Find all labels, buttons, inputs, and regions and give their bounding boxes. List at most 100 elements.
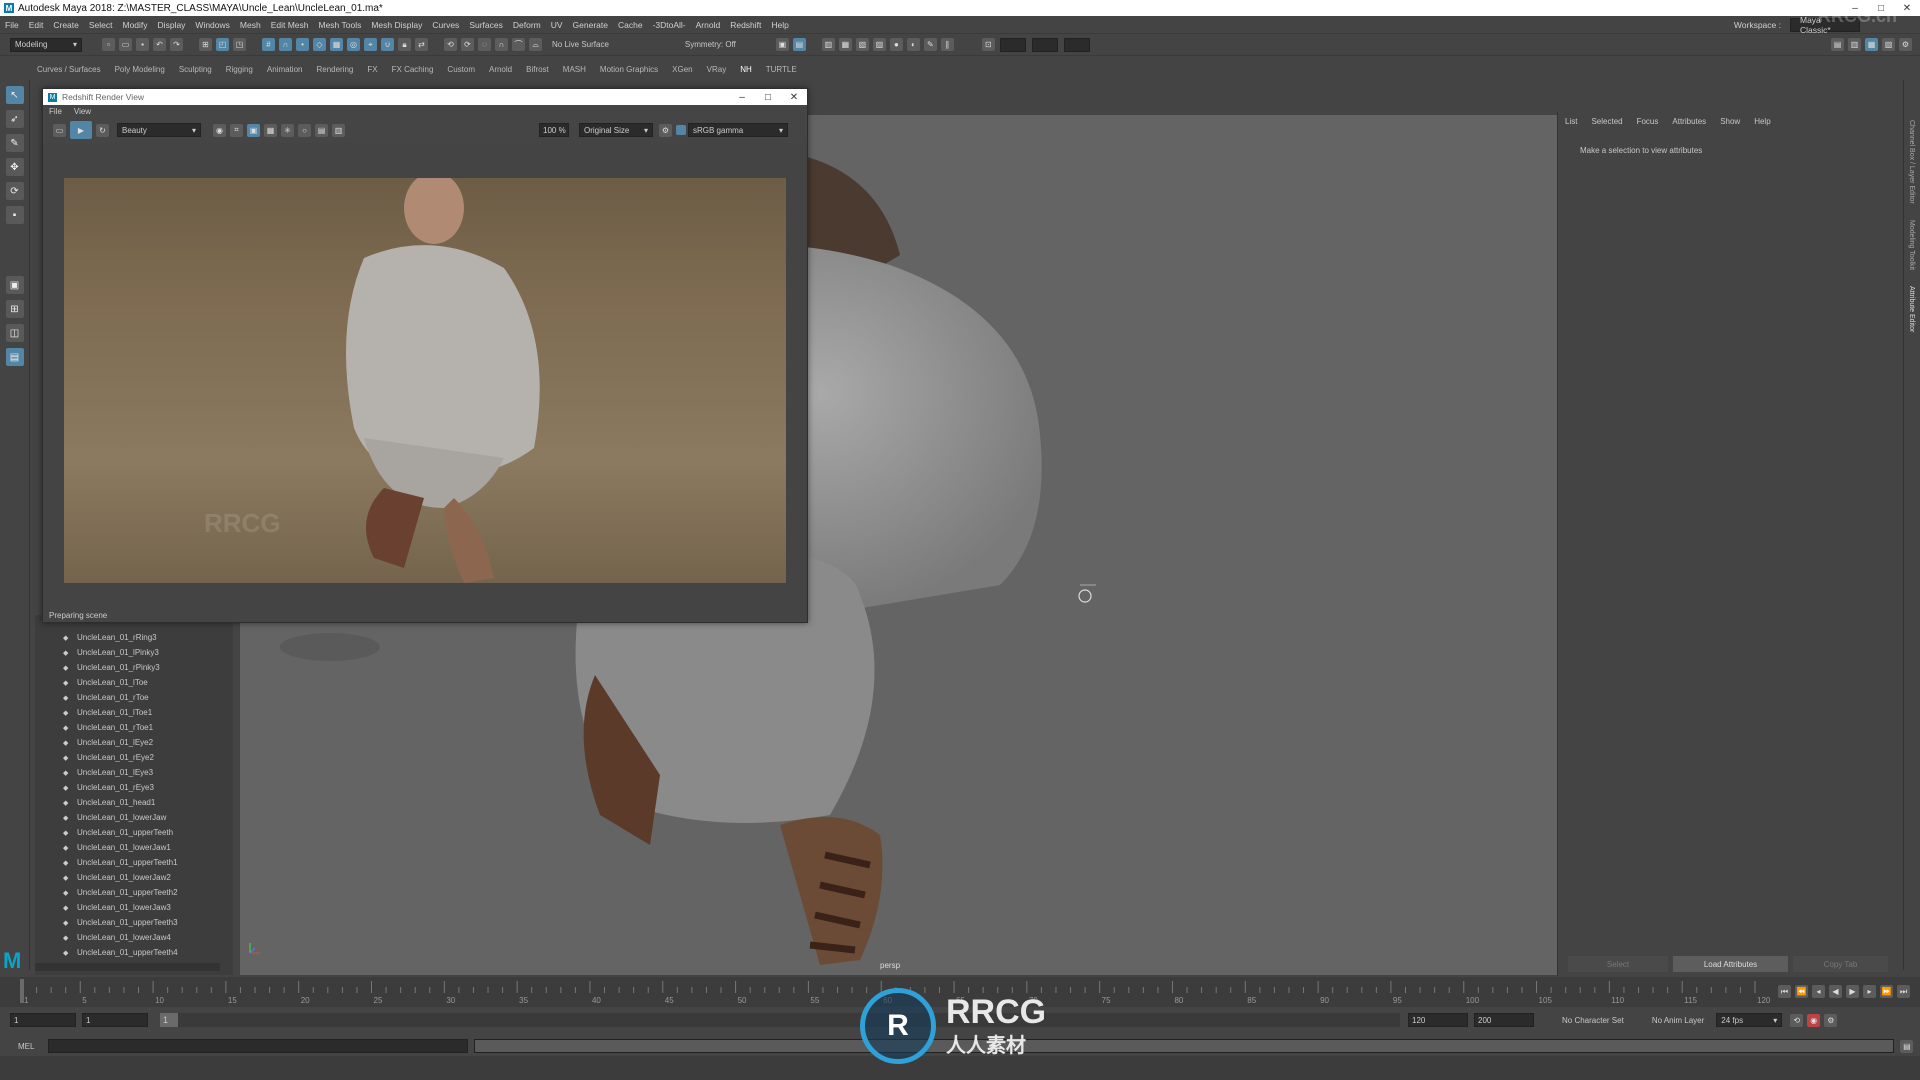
- compare-icon[interactable]: ▥: [332, 123, 345, 137]
- snap-view-icon[interactable]: ◇: [313, 38, 326, 51]
- snap-surface-icon[interactable]: ▦: [330, 38, 343, 51]
- attr-tab-list[interactable]: List: [1565, 117, 1577, 126]
- snap-vertex-icon[interactable]: ⌖: [364, 38, 377, 51]
- fps-dropdown[interactable]: 24 fps ▾: [1716, 1013, 1783, 1027]
- step-back-icon[interactable]: ◂: [1812, 985, 1825, 998]
- two-view-icon[interactable]: ◫: [5, 324, 24, 342]
- play-back-icon[interactable]: ◀: [1829, 985, 1842, 998]
- menu-edit-mesh[interactable]: Edit Mesh: [271, 20, 309, 30]
- shelf-tab-poly-modeling[interactable]: Poly Modeling: [115, 65, 165, 74]
- side-tab-attribute-editor[interactable]: Attribute Editor: [1908, 286, 1915, 332]
- list-item[interactable]: ◆ UncleLean_01_upperTeeth2: [35, 885, 233, 900]
- transform-icon[interactable]: ⊡: [981, 38, 995, 51]
- play-forward-icon[interactable]: ▶: [1846, 985, 1859, 998]
- list-item[interactable]: ◆ UncleLean_01_rRing3: [35, 630, 233, 645]
- select-object-icon[interactable]: ◰: [216, 38, 229, 51]
- shelf-tab-motion-graphics[interactable]: Motion Graphics: [600, 65, 658, 74]
- start-time-field[interactable]: 1: [10, 1013, 76, 1027]
- menu-mesh-display[interactable]: Mesh Display: [371, 20, 422, 30]
- settings-gear-icon[interactable]: ⚙: [659, 123, 672, 137]
- menu-uv[interactable]: UV: [551, 20, 563, 30]
- render-region-icon[interactable]: ▣: [775, 38, 789, 51]
- hypershade-icon[interactable]: ▧: [855, 38, 869, 51]
- copy-tab-button[interactable]: Copy Tab: [1793, 956, 1888, 972]
- scale-tool-icon[interactable]: ▪: [5, 206, 24, 224]
- command-language-label[interactable]: MEL: [18, 1042, 34, 1051]
- menu-select[interactable]: Select: [89, 20, 113, 30]
- pen-icon[interactable]: ✎: [923, 38, 937, 51]
- select-button[interactable]: Select: [1568, 956, 1668, 972]
- render-view-close-button[interactable]: ✕: [781, 92, 807, 103]
- menu-set-dropdown[interactable]: Modeling ▾: [10, 37, 82, 52]
- side-tab-modeling-toolkit[interactable]: Modeling Toolkit: [1908, 220, 1915, 270]
- lock-icon[interactable]: 🔒︎: [398, 38, 411, 51]
- list-item[interactable]: ◆ UncleLean_01_lowerJaw2: [35, 870, 233, 885]
- image-size-dropdown[interactable]: Original Size ▾: [579, 123, 653, 137]
- loop-icon[interactable]: ⟲: [1790, 1013, 1804, 1027]
- attr-tab-selected[interactable]: Selected: [1591, 117, 1622, 126]
- render-button-icon[interactable]: ▶: [70, 121, 92, 139]
- go-to-end-icon[interactable]: ⏭: [1897, 985, 1910, 998]
- single-view-icon[interactable]: ▣: [5, 276, 24, 294]
- circle-icon[interactable]: ○: [298, 123, 311, 137]
- construction-icon[interactable]: ⟳: [461, 38, 474, 51]
- list-item[interactable]: ◆ UncleLean_01_lToe1: [35, 705, 233, 720]
- render-view-icon[interactable]: ▥: [821, 38, 835, 51]
- list-item[interactable]: ◆ UncleLean_01_lowerJaw1: [35, 840, 233, 855]
- render-current-icon[interactable]: ▤: [792, 38, 806, 51]
- list-item[interactable]: ◆ UncleLean_01_lEye3: [35, 765, 233, 780]
- end-time-field[interactable]: 200: [1474, 1013, 1534, 1027]
- list-item[interactable]: ◆ UncleLean_01_lowerJaw4: [35, 930, 233, 945]
- surface-icon[interactable]: ⌓: [529, 38, 542, 51]
- shelf-tab-sculpting[interactable]: Sculpting: [179, 65, 212, 74]
- shelf-tab-rigging[interactable]: Rigging: [226, 65, 253, 74]
- snap-point-icon[interactable]: •: [296, 38, 309, 51]
- grid-icon[interactable]: ▦: [264, 123, 277, 137]
- outliner-scrollbar[interactable]: [35, 963, 220, 971]
- layout-icon[interactable]: ▤: [1831, 38, 1844, 51]
- list-item[interactable]: ◆ UncleLean_01_upperTeeth4: [35, 945, 233, 960]
- attr-tab-focus[interactable]: Focus: [1637, 117, 1659, 126]
- render-image[interactable]: RRCG: [64, 178, 786, 583]
- character-set-label[interactable]: No Character Set: [1562, 1016, 1624, 1025]
- list-item[interactable]: ◆ UncleLean_01_rToe: [35, 690, 233, 705]
- list-item[interactable]: ◆ UncleLean_01_lowerJaw3: [35, 900, 233, 915]
- shelf-tab-curves-surfaces[interactable]: Curves / Surfaces: [37, 65, 101, 74]
- menu-cache[interactable]: Cache: [618, 20, 643, 30]
- playback-start-field[interactable]: 1: [82, 1013, 148, 1027]
- list-item[interactable]: ◆ UncleLean_01_lPinky3: [35, 645, 233, 660]
- list-item[interactable]: ◆ UncleLean_01_upperTeeth1: [35, 855, 233, 870]
- preferences-icon[interactable]: ⚙: [1824, 1013, 1838, 1027]
- render-menu-view[interactable]: View: [74, 107, 91, 116]
- list-item[interactable]: ◆ UncleLean_01_lowerJaw: [35, 810, 233, 825]
- step-forward-icon[interactable]: ▸: [1863, 985, 1876, 998]
- list-item[interactable]: ◆ UncleLean_01_lEye2: [35, 735, 233, 750]
- list-item[interactable]: ◆ UncleLean_01_rEye3: [35, 780, 233, 795]
- menu-deform[interactable]: Deform: [513, 20, 541, 30]
- menu-display[interactable]: Display: [158, 20, 186, 30]
- auto-key-icon[interactable]: ◉: [1807, 1013, 1821, 1027]
- render-settings-icon[interactable]: ▦: [838, 38, 852, 51]
- attribute-toggle-icon[interactable]: ▦: [1865, 38, 1878, 51]
- undo-icon[interactable]: ↶: [153, 38, 166, 51]
- menu-curves[interactable]: Curves: [432, 20, 459, 30]
- menu-generate[interactable]: Generate: [573, 20, 608, 30]
- menu-surfaces[interactable]: Surfaces: [469, 20, 503, 30]
- render-menu-file[interactable]: File: [49, 107, 62, 116]
- attr-tab-show[interactable]: Show: [1720, 117, 1740, 126]
- history-icon[interactable]: ⟲: [444, 38, 457, 51]
- menu-edit[interactable]: Edit: [29, 20, 44, 30]
- menu-arnold[interactable]: Arnold: [696, 20, 721, 30]
- step-back-key-icon[interactable]: ⏪: [1795, 985, 1808, 998]
- snapshot-icon[interactable]: ▤: [315, 123, 328, 137]
- move-tool-icon[interactable]: ✥: [5, 158, 24, 176]
- rotate-tool-icon[interactable]: ⟳: [5, 182, 24, 200]
- redo-icon[interactable]: ↷: [170, 38, 183, 51]
- select-hierarchy-icon[interactable]: ⊞: [199, 38, 212, 51]
- shelf-tab-arnold[interactable]: Arnold: [489, 65, 512, 74]
- menu-create[interactable]: Create: [53, 20, 79, 30]
- save-scene-icon[interactable]: ▪: [136, 38, 149, 51]
- shelf-tab-animation[interactable]: Animation: [267, 65, 303, 74]
- current-time-marker[interactable]: [20, 979, 24, 1003]
- channel-box-icon[interactable]: ▧: [1882, 38, 1895, 51]
